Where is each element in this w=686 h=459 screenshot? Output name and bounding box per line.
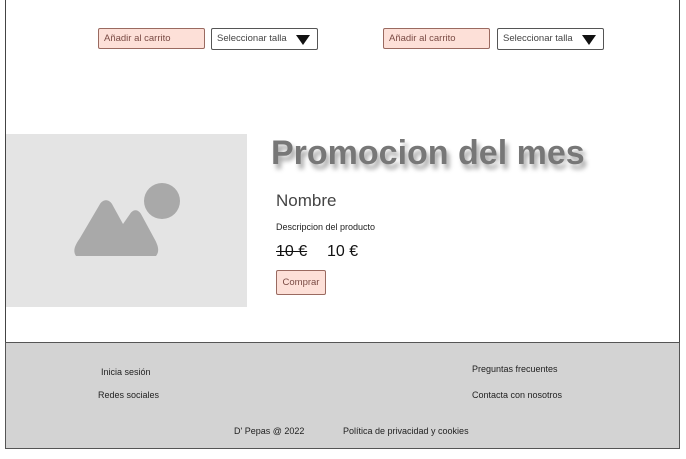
size-select-1[interactable]: Seleccionar talla xyxy=(211,28,318,50)
add-to-cart-button-1[interactable]: Añadir al carrito xyxy=(98,28,205,49)
size-select-2[interactable]: Seleccionar talla xyxy=(497,28,604,50)
contact-link[interactable]: Contacta con nosotros xyxy=(472,390,562,400)
privacy-link[interactable]: Política de privacidad y cookies xyxy=(343,426,469,436)
product-description: Descripcion del producto xyxy=(276,222,376,232)
faq-link[interactable]: Preguntas frecuentes xyxy=(472,364,558,374)
add-to-cart-button-2[interactable]: Añadir al carrito xyxy=(383,28,490,49)
product-name: Nombre xyxy=(276,191,337,210)
promo-title: Promocion del mes xyxy=(271,134,585,172)
promo-image-placeholder xyxy=(6,134,247,307)
dropdown-arrow-icon xyxy=(582,35,596,45)
dropdown-arrow-icon xyxy=(296,35,310,45)
size-select-label-1: Seleccionar talla xyxy=(217,33,287,44)
copyright-text: D' Pepas @ 2022 xyxy=(234,426,305,436)
image-placeholder-icon xyxy=(74,183,180,256)
old-price: 10 € xyxy=(276,243,308,260)
social-link[interactable]: Redes sociales xyxy=(98,390,159,400)
size-select-label-2: Seleccionar talla xyxy=(503,33,573,44)
new-price: 10 € xyxy=(327,243,359,260)
login-link[interactable]: Inicia sesión xyxy=(101,367,151,377)
buy-button[interactable]: Comprar xyxy=(276,270,326,295)
footer: Inicia sesión Redes sociales Preguntas f… xyxy=(5,342,680,449)
